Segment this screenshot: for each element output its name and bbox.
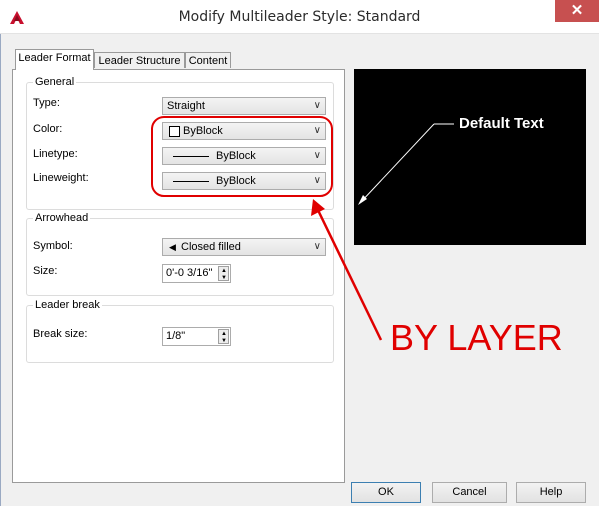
arrow-size-spinner[interactable]: 0'-0 3/16" ▲ ▼	[162, 264, 231, 283]
lineweight-dropdown[interactable]: ByBlock ∨	[162, 172, 326, 190]
help-button[interactable]: Help	[516, 482, 586, 503]
tab-label: Leader Structure	[98, 55, 181, 67]
general-group: General Type: Straight ∨ Color: ByBlock …	[26, 76, 334, 210]
tab-label: Leader Format	[18, 52, 91, 64]
arrowhead-group: Arrowhead Symbol: ◀ Closed filled ∨ Size…	[26, 212, 334, 296]
preview-default-text: Default Text	[459, 115, 544, 132]
lineweight-label: Lineweight:	[33, 172, 89, 184]
chevron-down-icon: ∨	[313, 125, 321, 136]
spinner-icon[interactable]: ▲ ▼	[218, 266, 229, 281]
leader-break-group: Leader break Break size: 1/8" ▲ ▼	[26, 299, 334, 363]
general-legend: General	[33, 76, 77, 88]
chevron-down-icon: ∨	[313, 175, 321, 186]
linetype-dropdown[interactable]: ByBlock ∨	[162, 147, 326, 165]
line-preview	[173, 181, 209, 182]
cancel-button[interactable]: Cancel	[432, 482, 507, 503]
preview-pane: Default Text	[354, 69, 586, 245]
closed-filled-arrow-icon: ◀	[169, 242, 176, 252]
break-size-label: Break size:	[33, 328, 88, 340]
tab-leader-structure[interactable]: Leader Structure	[94, 52, 185, 68]
ok-button[interactable]: OK	[351, 482, 421, 503]
symbol-dropdown[interactable]: ◀ Closed filled ∨	[162, 238, 326, 256]
close-icon: ✕	[570, 2, 584, 19]
spinner-icon[interactable]: ▲ ▼	[218, 329, 229, 344]
chevron-down-icon: ∨	[313, 241, 321, 252]
tab-label: Content	[188, 55, 228, 67]
tab-content[interactable]: Content	[185, 52, 231, 68]
type-dropdown[interactable]: Straight ∨	[162, 97, 326, 115]
leader-break-legend: Leader break	[33, 299, 102, 311]
window-title: Modify Multileader Style: Standard	[178, 9, 421, 25]
chevron-down-icon: ∨	[313, 150, 321, 161]
break-size-spinner[interactable]: 1/8" ▲ ▼	[162, 327, 231, 346]
arrowhead-legend: Arrowhead	[33, 212, 91, 224]
color-dropdown[interactable]: ByBlock ∨	[162, 122, 326, 140]
type-value: Straight	[167, 100, 205, 112]
size-value: 0'-0 3/16"	[166, 267, 213, 279]
symbol-value: Closed filled	[181, 241, 241, 253]
size-label: Size:	[33, 265, 58, 277]
lineweight-value: ByBlock	[216, 175, 256, 187]
color-label: Color:	[33, 123, 63, 135]
symbol-label: Symbol:	[33, 240, 73, 252]
line-preview	[173, 156, 209, 157]
break-size-value: 1/8"	[166, 330, 186, 342]
tab-leader-format[interactable]: Leader Format	[15, 49, 94, 70]
color-value: ByBlock	[183, 125, 223, 137]
type-label: Type:	[33, 97, 60, 109]
close-button[interactable]: ✕	[555, 0, 599, 22]
leader-preview-drawing	[358, 123, 454, 205]
annotation-by-layer-text: BY LAYER	[390, 317, 563, 358]
chevron-down-icon: ∨	[313, 100, 321, 111]
color-swatch	[169, 126, 180, 137]
linetype-label: Linetype:	[33, 148, 78, 160]
leader-format-panel: General Type: Straight ∨ Color: ByBlock …	[12, 69, 345, 483]
title-bar: Modify Multileader Style: Standard ✕	[0, 0, 599, 34]
linetype-value: ByBlock	[216, 150, 256, 162]
